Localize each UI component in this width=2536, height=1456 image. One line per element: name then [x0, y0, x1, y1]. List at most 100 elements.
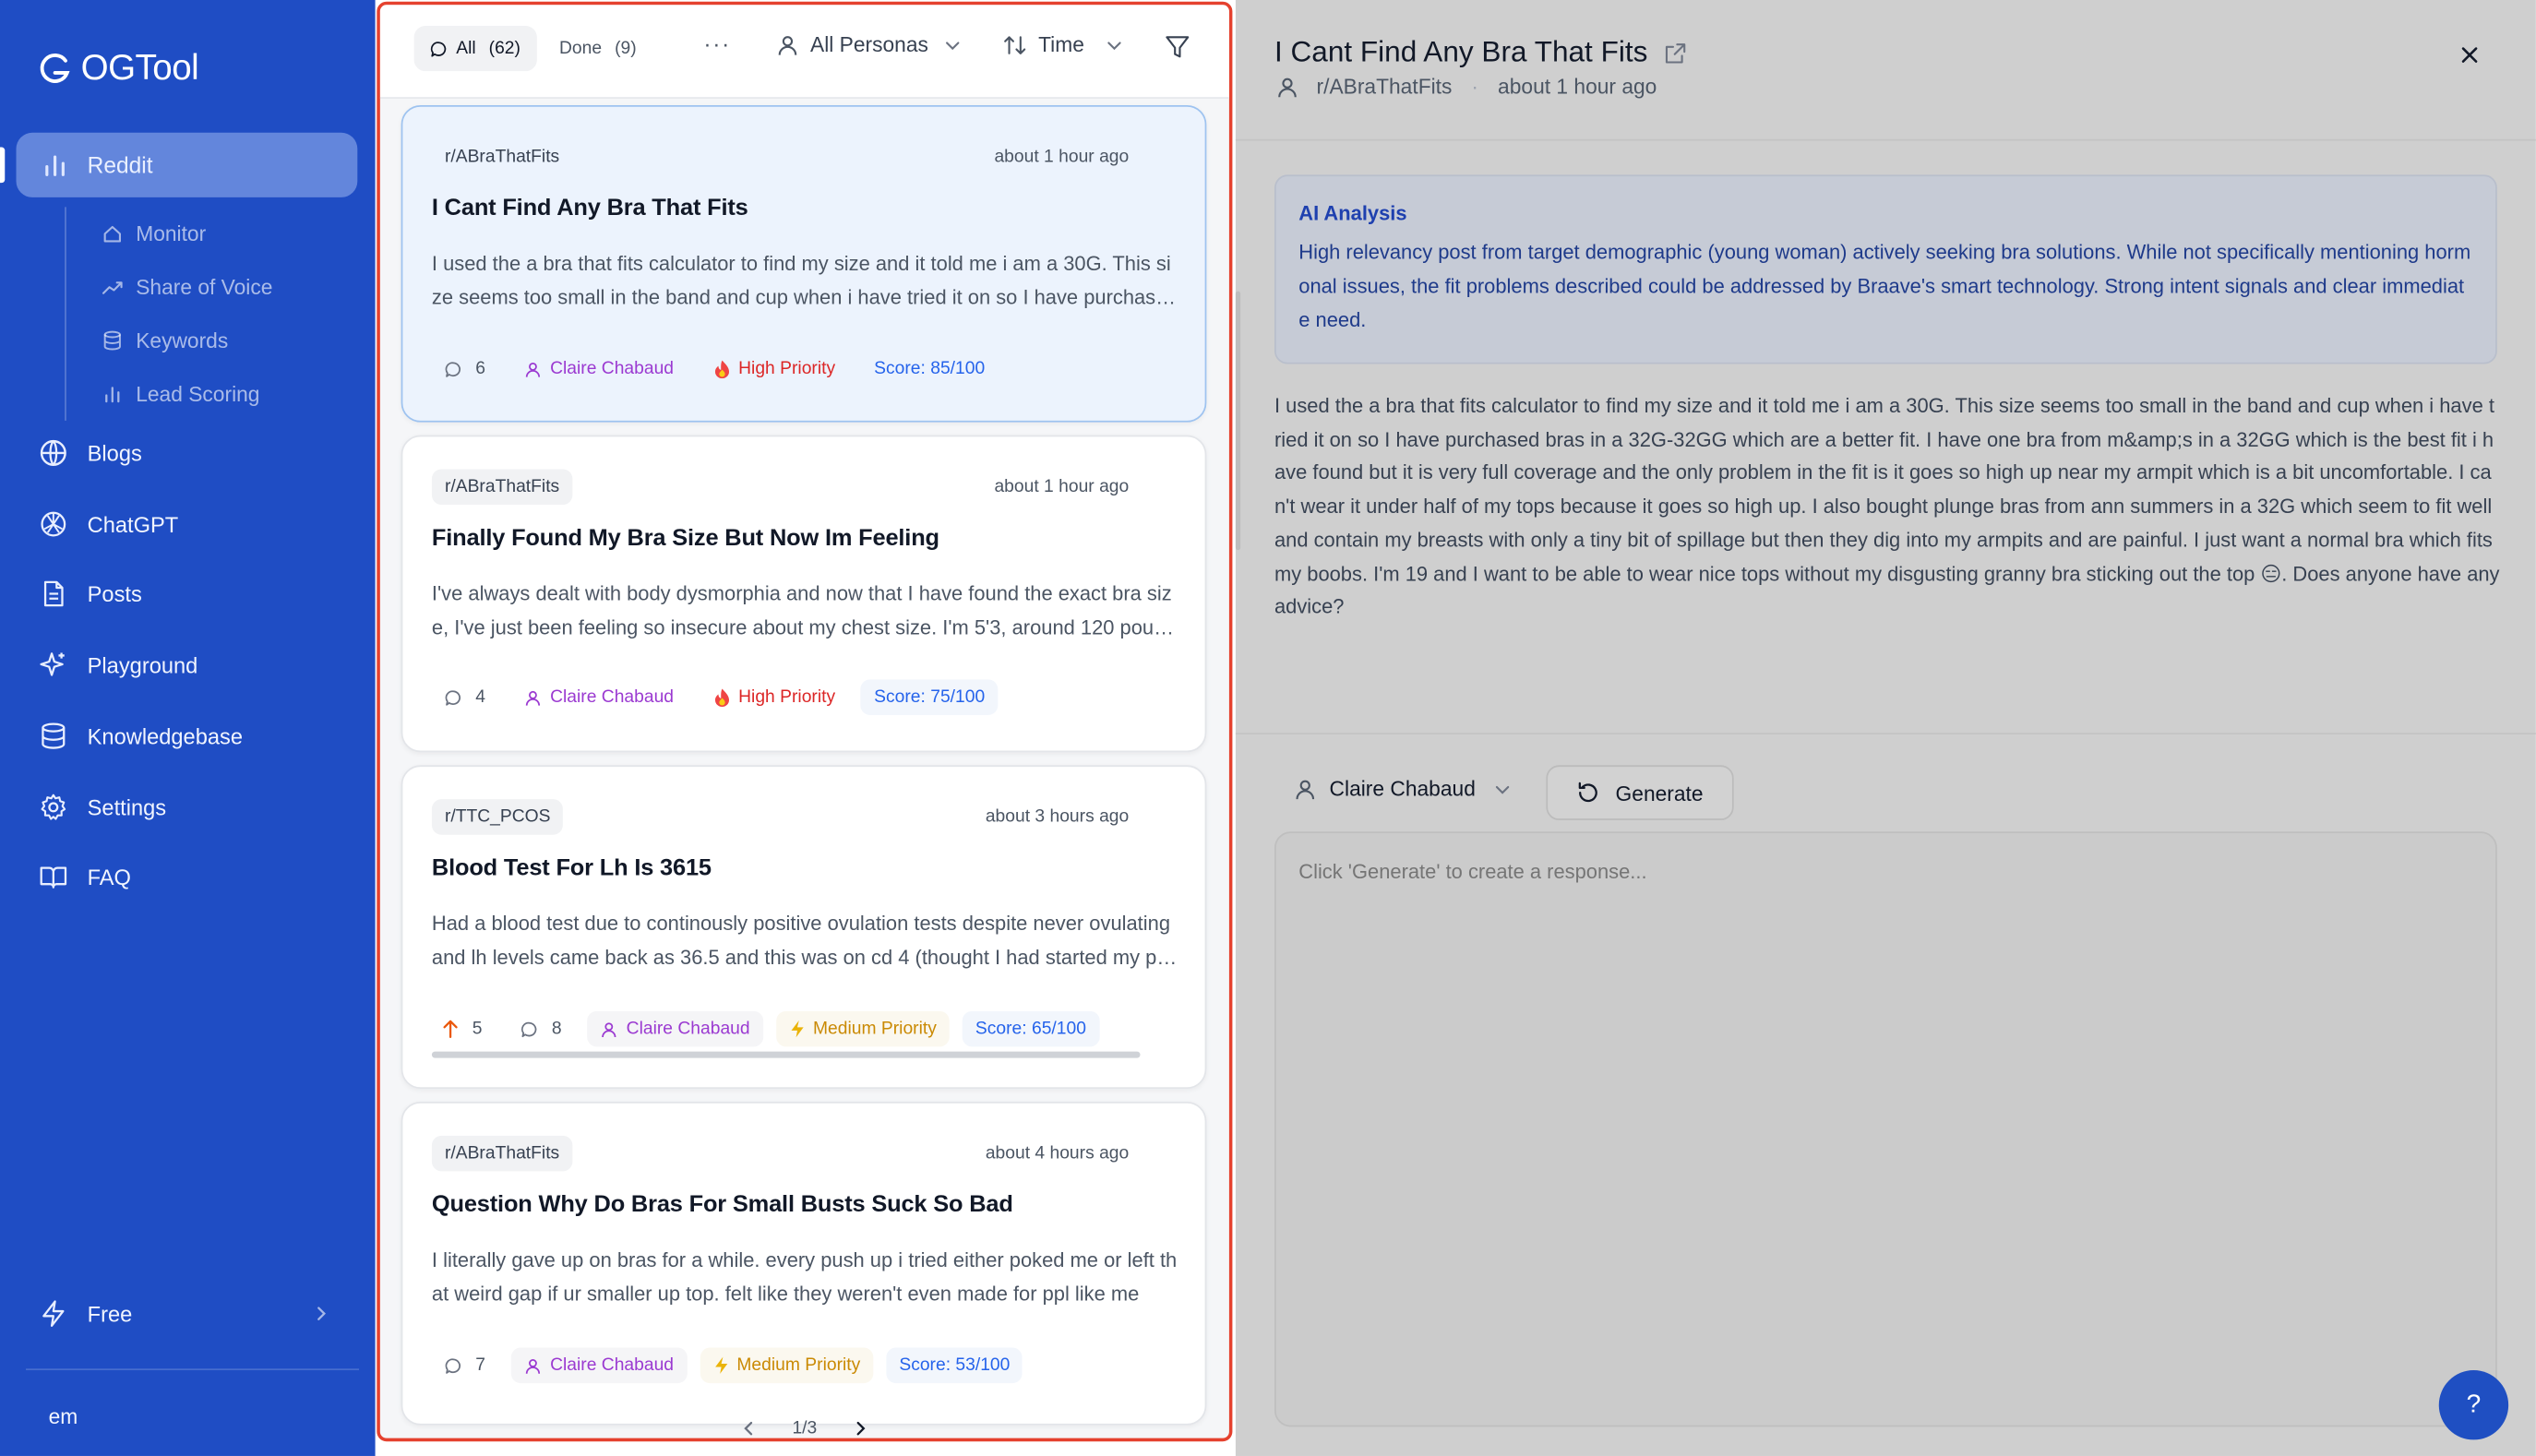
- post-meta-scroll: 5 8 Claire Chabaud Medium Priority Score…: [402, 1010, 1163, 1050]
- plan-label: Free: [87, 1301, 133, 1326]
- post-card[interactable]: r/ABraThatFits about 1 hour ago Finally …: [401, 435, 1207, 753]
- post-meta: 7 Claire Chabaud Medium Priority Score: …: [432, 1347, 1023, 1384]
- post-card[interactable]: r/ABraThatFits about 1 hour ago I Cant F…: [401, 104, 1207, 423]
- sidebar-item-faq[interactable]: FAQ: [39, 863, 131, 892]
- help-button[interactable]: ?: [2438, 1370, 2509, 1440]
- persona-filter-dropdown[interactable]: All Personas: [776, 32, 961, 56]
- sidebar-item-label: Reddit: [87, 151, 153, 178]
- sidebar-subitem-keywords[interactable]: Keywords: [66, 314, 356, 367]
- user-icon: [1294, 777, 1317, 800]
- bolt-icon: [712, 1355, 729, 1375]
- prev-page-button[interactable]: [740, 1420, 757, 1437]
- sidebar-item-knowledgebase[interactable]: Knowledgebase: [39, 722, 243, 751]
- sidebar-item-chatgpt[interactable]: ChatGPT: [39, 509, 178, 539]
- close-icon: [2460, 45, 2480, 65]
- sidebar-item-label: ChatGPT: [87, 511, 179, 537]
- comment-count-value: 6: [475, 359, 485, 379]
- app-name: OGTool: [80, 46, 199, 88]
- filter-button[interactable]: [1165, 34, 1190, 60]
- sidebar-item-settings[interactable]: Settings: [39, 793, 166, 822]
- home-icon: [102, 223, 123, 245]
- comment-count: 8: [508, 1011, 575, 1047]
- post-card[interactable]: r/ABraThatFits about 4 hours ago Questio…: [401, 1101, 1207, 1426]
- sidebar-item-label: Settings: [87, 794, 167, 820]
- sidebar-item-reddit[interactable]: Reddit: [16, 132, 358, 197]
- filter-icon: [1165, 34, 1190, 60]
- meta-dot: ·: [1471, 74, 1479, 99]
- tab-done[interactable]: Done (9): [543, 26, 652, 71]
- user-menu[interactable]: em: [49, 1404, 78, 1428]
- header-divider: [1235, 138, 2536, 141]
- persona-badge: Claire Chabaud: [511, 679, 687, 715]
- globe-icon: [39, 438, 68, 468]
- sidebar-item-playground[interactable]: Playground: [39, 650, 197, 680]
- subreddit-tag: r/TTC_PCOS: [431, 799, 564, 835]
- response-persona-dropdown[interactable]: Claire Chabaud: [1294, 777, 1511, 801]
- app-logo[interactable]: OGTool: [39, 46, 199, 90]
- detail-subreddit[interactable]: r/ABraThatFits: [1317, 75, 1453, 99]
- persona-name: Claire Chabaud: [550, 687, 675, 708]
- priority-badge: High Priority: [700, 679, 848, 715]
- score-badge: Score: 85/100: [874, 359, 986, 379]
- priority-badge: Medium Priority: [700, 1347, 874, 1384]
- tab-all[interactable]: All (62): [413, 26, 537, 72]
- external-link-icon[interactable]: [1664, 42, 1687, 65]
- post-time: about 1 hour ago: [994, 147, 1130, 167]
- next-page-button[interactable]: [853, 1420, 869, 1437]
- dropdown-label: Time: [1038, 32, 1084, 57]
- document-icon: [39, 579, 68, 609]
- ai-analysis-text: High relevancy post from target demograp…: [1298, 241, 2471, 332]
- persona-name: Claire Chabaud: [550, 1355, 675, 1376]
- horizontal-scrollbar[interactable]: [431, 1051, 1141, 1058]
- arrow-up-icon: [441, 1020, 459, 1039]
- refresh-icon: [1576, 782, 1599, 805]
- book-icon: [39, 863, 68, 892]
- sidebar-item-label: Playground: [87, 652, 198, 677]
- sidebar-subitem-label: Lead Scoring: [136, 381, 260, 407]
- post-meta: 4 Claire Chabaud High Priority Score: 75…: [432, 679, 999, 715]
- sort-dropdown[interactable]: Time: [1003, 32, 1123, 56]
- filter-tabs: All (62) Done (9): [413, 23, 653, 75]
- subreddit-tag: r/ABraThatFits: [431, 469, 573, 506]
- sidebar-subitem-lead-scoring[interactable]: Lead Scoring: [66, 367, 356, 421]
- openai-icon: [39, 509, 68, 539]
- user-icon: [524, 1356, 542, 1374]
- ai-analysis-heading: AI Analysis: [1298, 202, 1407, 225]
- plan-button[interactable]: Free: [39, 1299, 329, 1329]
- user-icon: [524, 688, 542, 706]
- comment-count: 7: [432, 1347, 498, 1383]
- more-options-button[interactable]: ···: [703, 30, 731, 56]
- active-indicator: [0, 147, 6, 184]
- persona-name: Claire Chabaud: [626, 1019, 750, 1039]
- comment-count: 6: [432, 351, 498, 387]
- tab-label: All: [456, 39, 476, 59]
- detail-scrollbar[interactable]: [1235, 291, 1241, 551]
- sidebar-item-posts[interactable]: Posts: [39, 579, 142, 609]
- post-excerpt: I've always dealt with body dysmorphia a…: [431, 582, 1177, 639]
- post-list-panel: All (62) Done (9) ··· All Personas Time: [377, 1, 1233, 1442]
- chat-icon: [521, 1020, 539, 1037]
- sidebar-subitem-label: Keywords: [136, 328, 229, 353]
- user-icon: [601, 1020, 618, 1037]
- generate-button[interactable]: Generate: [1546, 765, 1734, 820]
- sidebar-item-blogs[interactable]: Blogs: [39, 438, 142, 468]
- priority-badge: High Priority: [700, 351, 848, 387]
- sidebar-item-label: FAQ: [87, 865, 131, 889]
- sidebar-subitem-share-of-voice[interactable]: Share of Voice: [66, 260, 356, 314]
- post-title: Question Why Do Bras For Small Busts Suc…: [431, 1192, 1013, 1219]
- settings-icon: [39, 793, 68, 822]
- sort-icon: [1003, 33, 1027, 56]
- chat-icon: [445, 360, 462, 377]
- sparkle-icon: [39, 650, 68, 680]
- bolt-icon: [39, 1299, 68, 1329]
- post-card[interactable]: r/TTC_PCOS about 3 hours ago Blood Test …: [401, 765, 1207, 1089]
- response-textarea[interactable]: [1274, 831, 2497, 1427]
- post-meta: 5 8 Claire Chabaud Medium Priority Score…: [432, 1010, 1099, 1047]
- detail-header: I Cant Find Any Bra That Fits: [1274, 36, 1686, 70]
- close-button[interactable]: [2460, 45, 2480, 65]
- generate-label: Generate: [1615, 780, 1704, 806]
- tab-count: (9): [615, 39, 637, 59]
- sidebar-subitem-label: Share of Voice: [136, 275, 273, 300]
- sidebar-subitem-monitor[interactable]: Monitor: [66, 207, 356, 260]
- upvote-count: 5: [432, 1011, 496, 1047]
